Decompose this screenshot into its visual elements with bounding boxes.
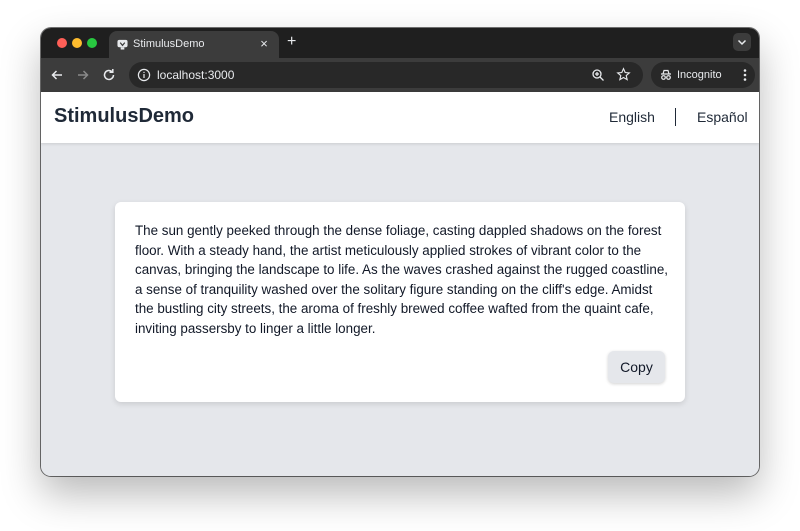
menu-icon[interactable] (737, 67, 753, 83)
url-text[interactable]: localhost:3000 (157, 68, 234, 82)
tab-strip: StimulusDemo × + (41, 28, 759, 58)
browser-window: StimulusDemo × + localhost:3000 Incognit… (41, 28, 759, 476)
forward-icon[interactable] (75, 67, 91, 83)
tab-title: StimulusDemo (133, 38, 205, 50)
copy-button[interactable]: Copy (608, 351, 665, 383)
language-spanish-link[interactable]: Español (697, 109, 748, 125)
browser-toolbar: localhost:3000 Incognito (41, 58, 759, 92)
incognito-icon (661, 69, 671, 80)
minimize-window-button[interactable] (72, 38, 82, 48)
language-english-link[interactable]: English (609, 109, 655, 125)
tab-search-icon (737, 39, 747, 46)
star-icon[interactable] (616, 67, 631, 82)
brand-title[interactable]: StimulusDemo (54, 105, 194, 128)
close-window-button[interactable] (57, 38, 67, 48)
info-icon[interactable] (137, 68, 151, 82)
page-viewport: StimulusDemo English Español The sun gen… (41, 92, 759, 476)
tab-close-button[interactable]: × (257, 36, 271, 52)
text-card: The sun gently peeked through the dense … (115, 202, 685, 402)
card-text: The sun gently peeked through the dense … (135, 223, 668, 336)
back-icon[interactable] (49, 67, 65, 83)
maximize-window-button[interactable] (87, 38, 97, 48)
zoom-icon[interactable] (591, 68, 605, 82)
favicon-icon (117, 39, 128, 50)
new-tab-button[interactable]: + (287, 33, 296, 51)
language-divider (675, 108, 676, 126)
incognito-label: Incognito (677, 69, 722, 81)
app-header: StimulusDemo English Español (41, 92, 759, 143)
reload-icon[interactable] (101, 67, 117, 83)
browser-tab[interactable]: StimulusDemo × (109, 31, 279, 58)
address-bar[interactable]: localhost:3000 (129, 62, 643, 88)
tab-search-button[interactable] (733, 33, 751, 51)
